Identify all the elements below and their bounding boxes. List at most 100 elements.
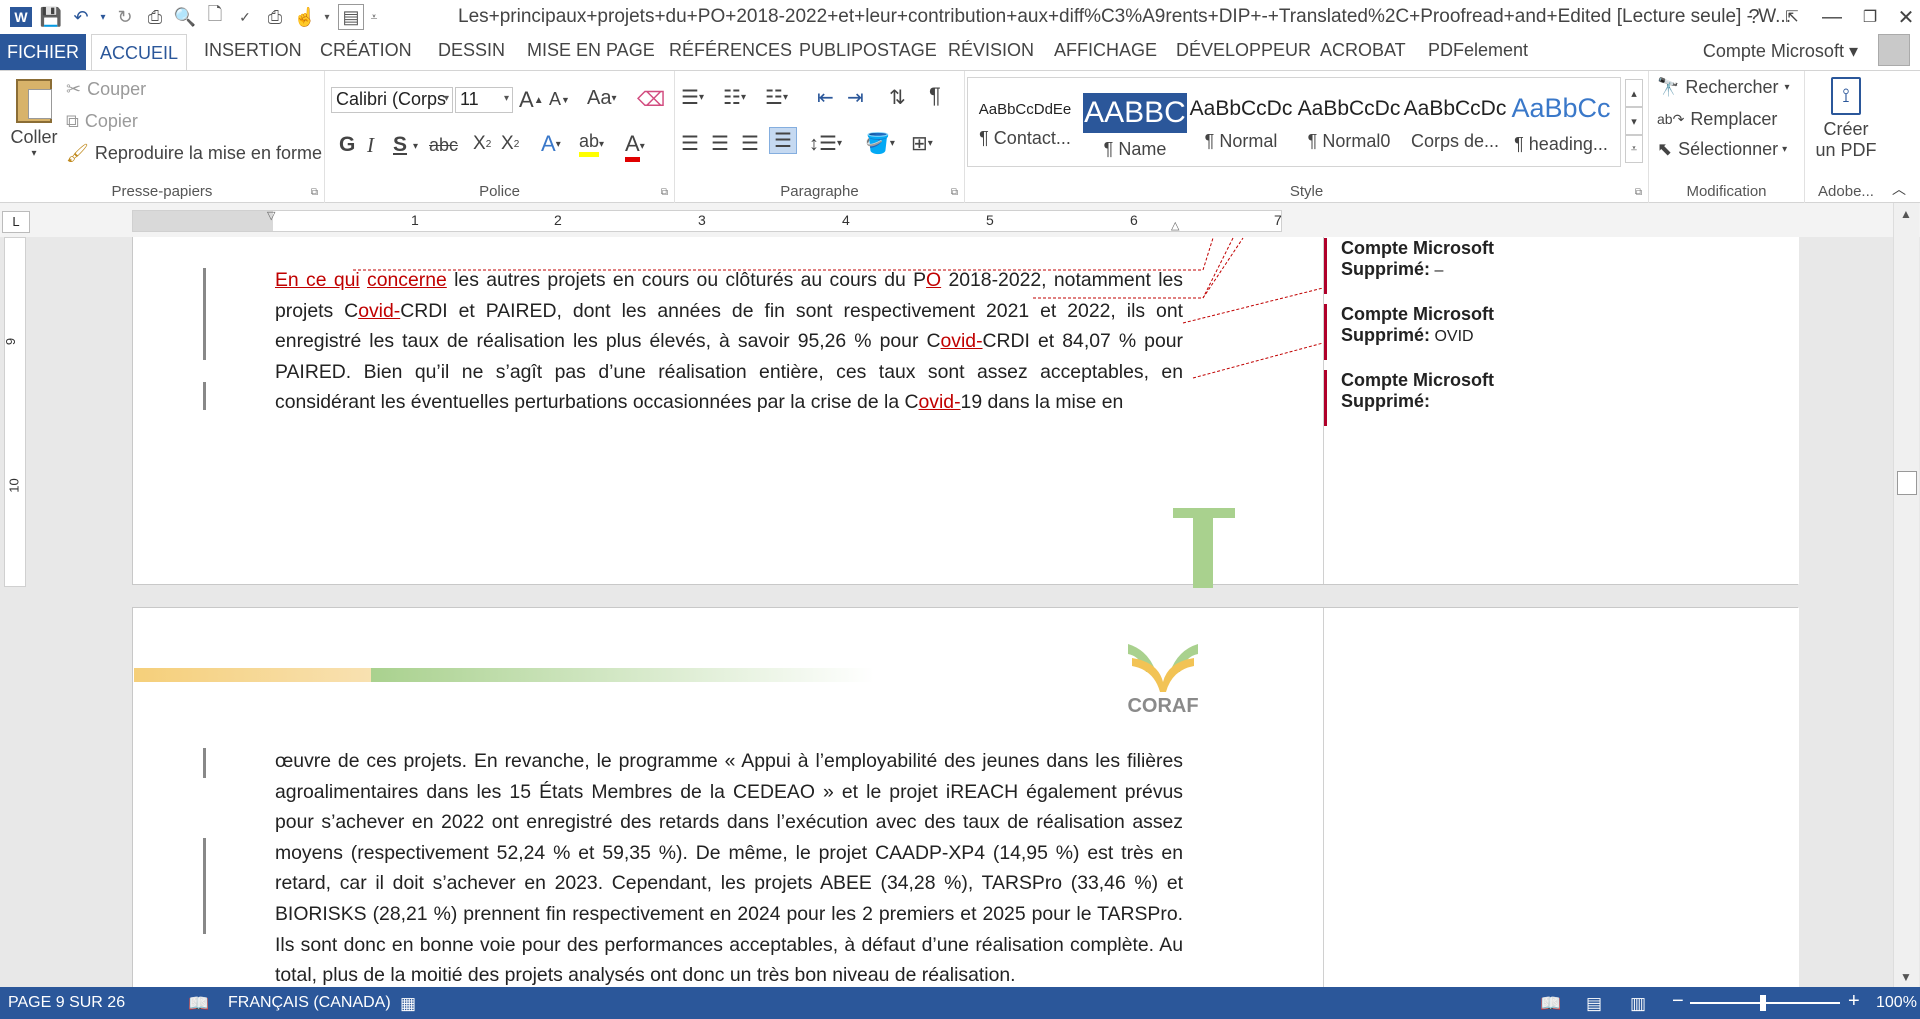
align-center-button[interactable]: ☰	[711, 131, 729, 156]
strikethrough-button[interactable]: abc	[429, 135, 458, 156]
redo-icon[interactable]: ↻	[110, 2, 140, 32]
undo-icon[interactable]: ↶	[66, 2, 96, 32]
avatar[interactable]	[1878, 34, 1910, 66]
scroll-down-icon[interactable]: ▼	[1900, 970, 1912, 984]
style-heading[interactable]: AaBbCc ¶ heading...	[1507, 81, 1615, 161]
right-indent-marker-icon[interactable]: △	[1171, 219, 1179, 232]
tab-revision[interactable]: RÉVISION	[948, 40, 1034, 61]
close-icon[interactable]: ✕	[1886, 0, 1920, 34]
comment-balloon[interactable]: Compte Microsoft Supprimé: OVID	[1324, 304, 1494, 360]
format-painter-button[interactable]: 🖌 Reproduire la mise en forme	[66, 143, 322, 164]
touch-dropdown-icon[interactable]: ▾	[320, 2, 334, 32]
vertical-ruler[interactable]: 9 10	[3, 237, 26, 587]
zoom-slider[interactable]	[1690, 995, 1840, 1011]
multilevel-list-button[interactable]: ☳ ▾	[765, 85, 788, 110]
tab-pdfelement[interactable]: PDFelement	[1428, 40, 1528, 61]
tab-fichier[interactable]: FICHIER	[0, 34, 86, 70]
decrease-indent-button[interactable]: ⇤	[817, 85, 834, 110]
styles-scroll-up-icon[interactable]: ▴	[1625, 79, 1643, 107]
numbering-button[interactable]: ☷ ▾	[723, 85, 746, 110]
align-left-button[interactable]: ☰	[681, 131, 699, 156]
zoom-slider-thumb[interactable]	[1760, 995, 1766, 1011]
shrink-font-button[interactable]: A ▼	[549, 89, 570, 110]
borders-button[interactable]: ⊞ ▾	[911, 131, 933, 156]
new-document-icon[interactable]: 🗋	[200, 2, 230, 32]
justify-button[interactable]: ☰	[769, 127, 797, 154]
scrollbar-thumb[interactable]	[1897, 471, 1917, 495]
styles-more-icon[interactable]: ⩡	[1625, 135, 1643, 163]
word-app-icon[interactable]: W	[6, 2, 36, 32]
scroll-up-icon[interactable]: ▲	[1900, 207, 1912, 221]
read-mode-icon[interactable]: ▤	[338, 4, 364, 30]
style-contact[interactable]: AaBbCcDdEe ¶ Contact...	[971, 81, 1079, 161]
cut-button[interactable]: ✂ Couper	[66, 79, 146, 100]
show-marks-button[interactable]: ¶	[929, 83, 941, 109]
help-button[interactable]: ?	[1734, 0, 1774, 34]
horizontal-ruler[interactable]: 1 2 3 4 5 6 7 ▽ △	[132, 210, 1282, 232]
paste-button[interactable]: Coller ▾	[8, 79, 60, 159]
spelling-icon[interactable]: ✓	[230, 2, 260, 32]
line-spacing-button[interactable]: ↕☰ ▾	[809, 131, 842, 156]
comment-balloon[interactable]: Compte Microsoft Supprimé:	[1324, 370, 1494, 426]
ribbon-display-options-icon[interactable]: ⇱	[1772, 0, 1812, 34]
font-launcher-icon[interactable]: ⧉	[661, 187, 668, 198]
style-name-selected[interactable]: AABBC ¶ Name	[1081, 81, 1189, 161]
change-case-button[interactable]: Aa ▾	[587, 87, 617, 110]
print-preview-icon[interactable]: 🔍	[170, 2, 200, 32]
print-layout-view-icon[interactable]: ▤	[1586, 994, 1602, 1014]
align-right-button[interactable]: ☰	[741, 131, 759, 156]
style-normal[interactable]: AaBbCcDc ¶ Normal	[1187, 81, 1295, 161]
styles-scroll-down-icon[interactable]: ▾	[1625, 107, 1643, 135]
grow-font-button[interactable]: A ▲	[519, 87, 544, 113]
read-mode-view-icon[interactable]: 📖	[1540, 994, 1561, 1014]
find-button[interactable]: 🔭 Rechercher ▾	[1657, 77, 1790, 98]
print-icon[interactable]: ⎙	[140, 2, 170, 32]
font-size-select[interactable]: 11 ▾	[455, 87, 513, 113]
tab-acrobat[interactable]: ACROBAT	[1320, 40, 1406, 61]
tab-insertion[interactable]: INSERTION	[204, 40, 302, 61]
comment-balloon[interactable]: Compte Microsoft Supprimé: –	[1324, 238, 1494, 294]
tab-developpeur[interactable]: DÉVELOPPEUR	[1176, 40, 1311, 61]
tab-creation[interactable]: CRÉATION	[320, 40, 412, 61]
superscript-button[interactable]: X2	[501, 133, 519, 155]
tab-mise-en-page[interactable]: MISE EN PAGE	[527, 40, 655, 61]
underline-dropdown-icon[interactable]: ▾	[413, 141, 418, 152]
italic-button[interactable]: I	[367, 133, 374, 158]
proofing-icon[interactable]: 📖	[188, 994, 209, 1014]
highlight-button[interactable]: ab ▾	[579, 131, 604, 157]
tab-dessin[interactable]: DESSIN	[438, 40, 505, 61]
customize-qat-icon[interactable]: ⩡	[364, 2, 384, 32]
restore-icon[interactable]: ❐	[1850, 0, 1890, 34]
tab-references[interactable]: RÉFÉRENCES	[669, 40, 792, 61]
quick-print-icon[interactable]: ⎙	[260, 2, 290, 32]
zoom-out-button[interactable]: −	[1672, 990, 1684, 1013]
tab-accueil[interactable]: ACCUEIL	[91, 34, 187, 71]
replace-button[interactable]: ab↷ Remplacer	[1657, 109, 1777, 130]
tab-selector[interactable]: L	[2, 211, 30, 233]
shading-button[interactable]: 🪣 ▾	[865, 131, 895, 156]
text-effects-button[interactable]: A ▾	[541, 131, 561, 157]
underline-button[interactable]: S	[393, 133, 407, 157]
tab-affichage[interactable]: AFFICHAGE	[1054, 40, 1157, 61]
zoom-in-button[interactable]: +	[1848, 990, 1860, 1013]
select-button[interactable]: ⬉ Sélectionner ▾	[1657, 139, 1787, 160]
sort-button[interactable]: ⇅	[889, 85, 906, 110]
macro-record-icon[interactable]: ▦	[400, 994, 416, 1014]
create-pdf-button[interactable]: ⟟ Créer un PDF	[1811, 77, 1881, 161]
indent-marker-icon[interactable]: ▽	[267, 209, 275, 222]
subscript-button[interactable]: X2	[473, 133, 491, 155]
paragraph-launcher-icon[interactable]: ⧉	[951, 187, 958, 198]
web-layout-view-icon[interactable]: ▥	[1630, 994, 1646, 1014]
save-icon[interactable]: 💾	[36, 2, 66, 32]
tab-publipostage[interactable]: PUBLIPOSTAGE	[799, 40, 937, 61]
style-corps[interactable]: AaBbCcDc Corps de...	[1401, 81, 1509, 161]
font-family-select[interactable]: Calibri (Corps ▾	[331, 87, 453, 113]
style-normal0[interactable]: AaBbCcDc ¶ Normal0	[1295, 81, 1403, 161]
font-color-button[interactable]: A ▾	[625, 131, 645, 162]
minimize-icon[interactable]: —	[1812, 0, 1852, 34]
clear-formatting-button[interactable]: ⌫	[637, 87, 665, 112]
vertical-scrollbar[interactable]: ▲ ▼	[1893, 203, 1919, 988]
bullets-button[interactable]: ☰ ▾	[681, 85, 704, 110]
account-menu[interactable]: Compte Microsoft ▾	[1703, 41, 1858, 62]
copy-button[interactable]: ⧉ Copier	[66, 111, 138, 132]
